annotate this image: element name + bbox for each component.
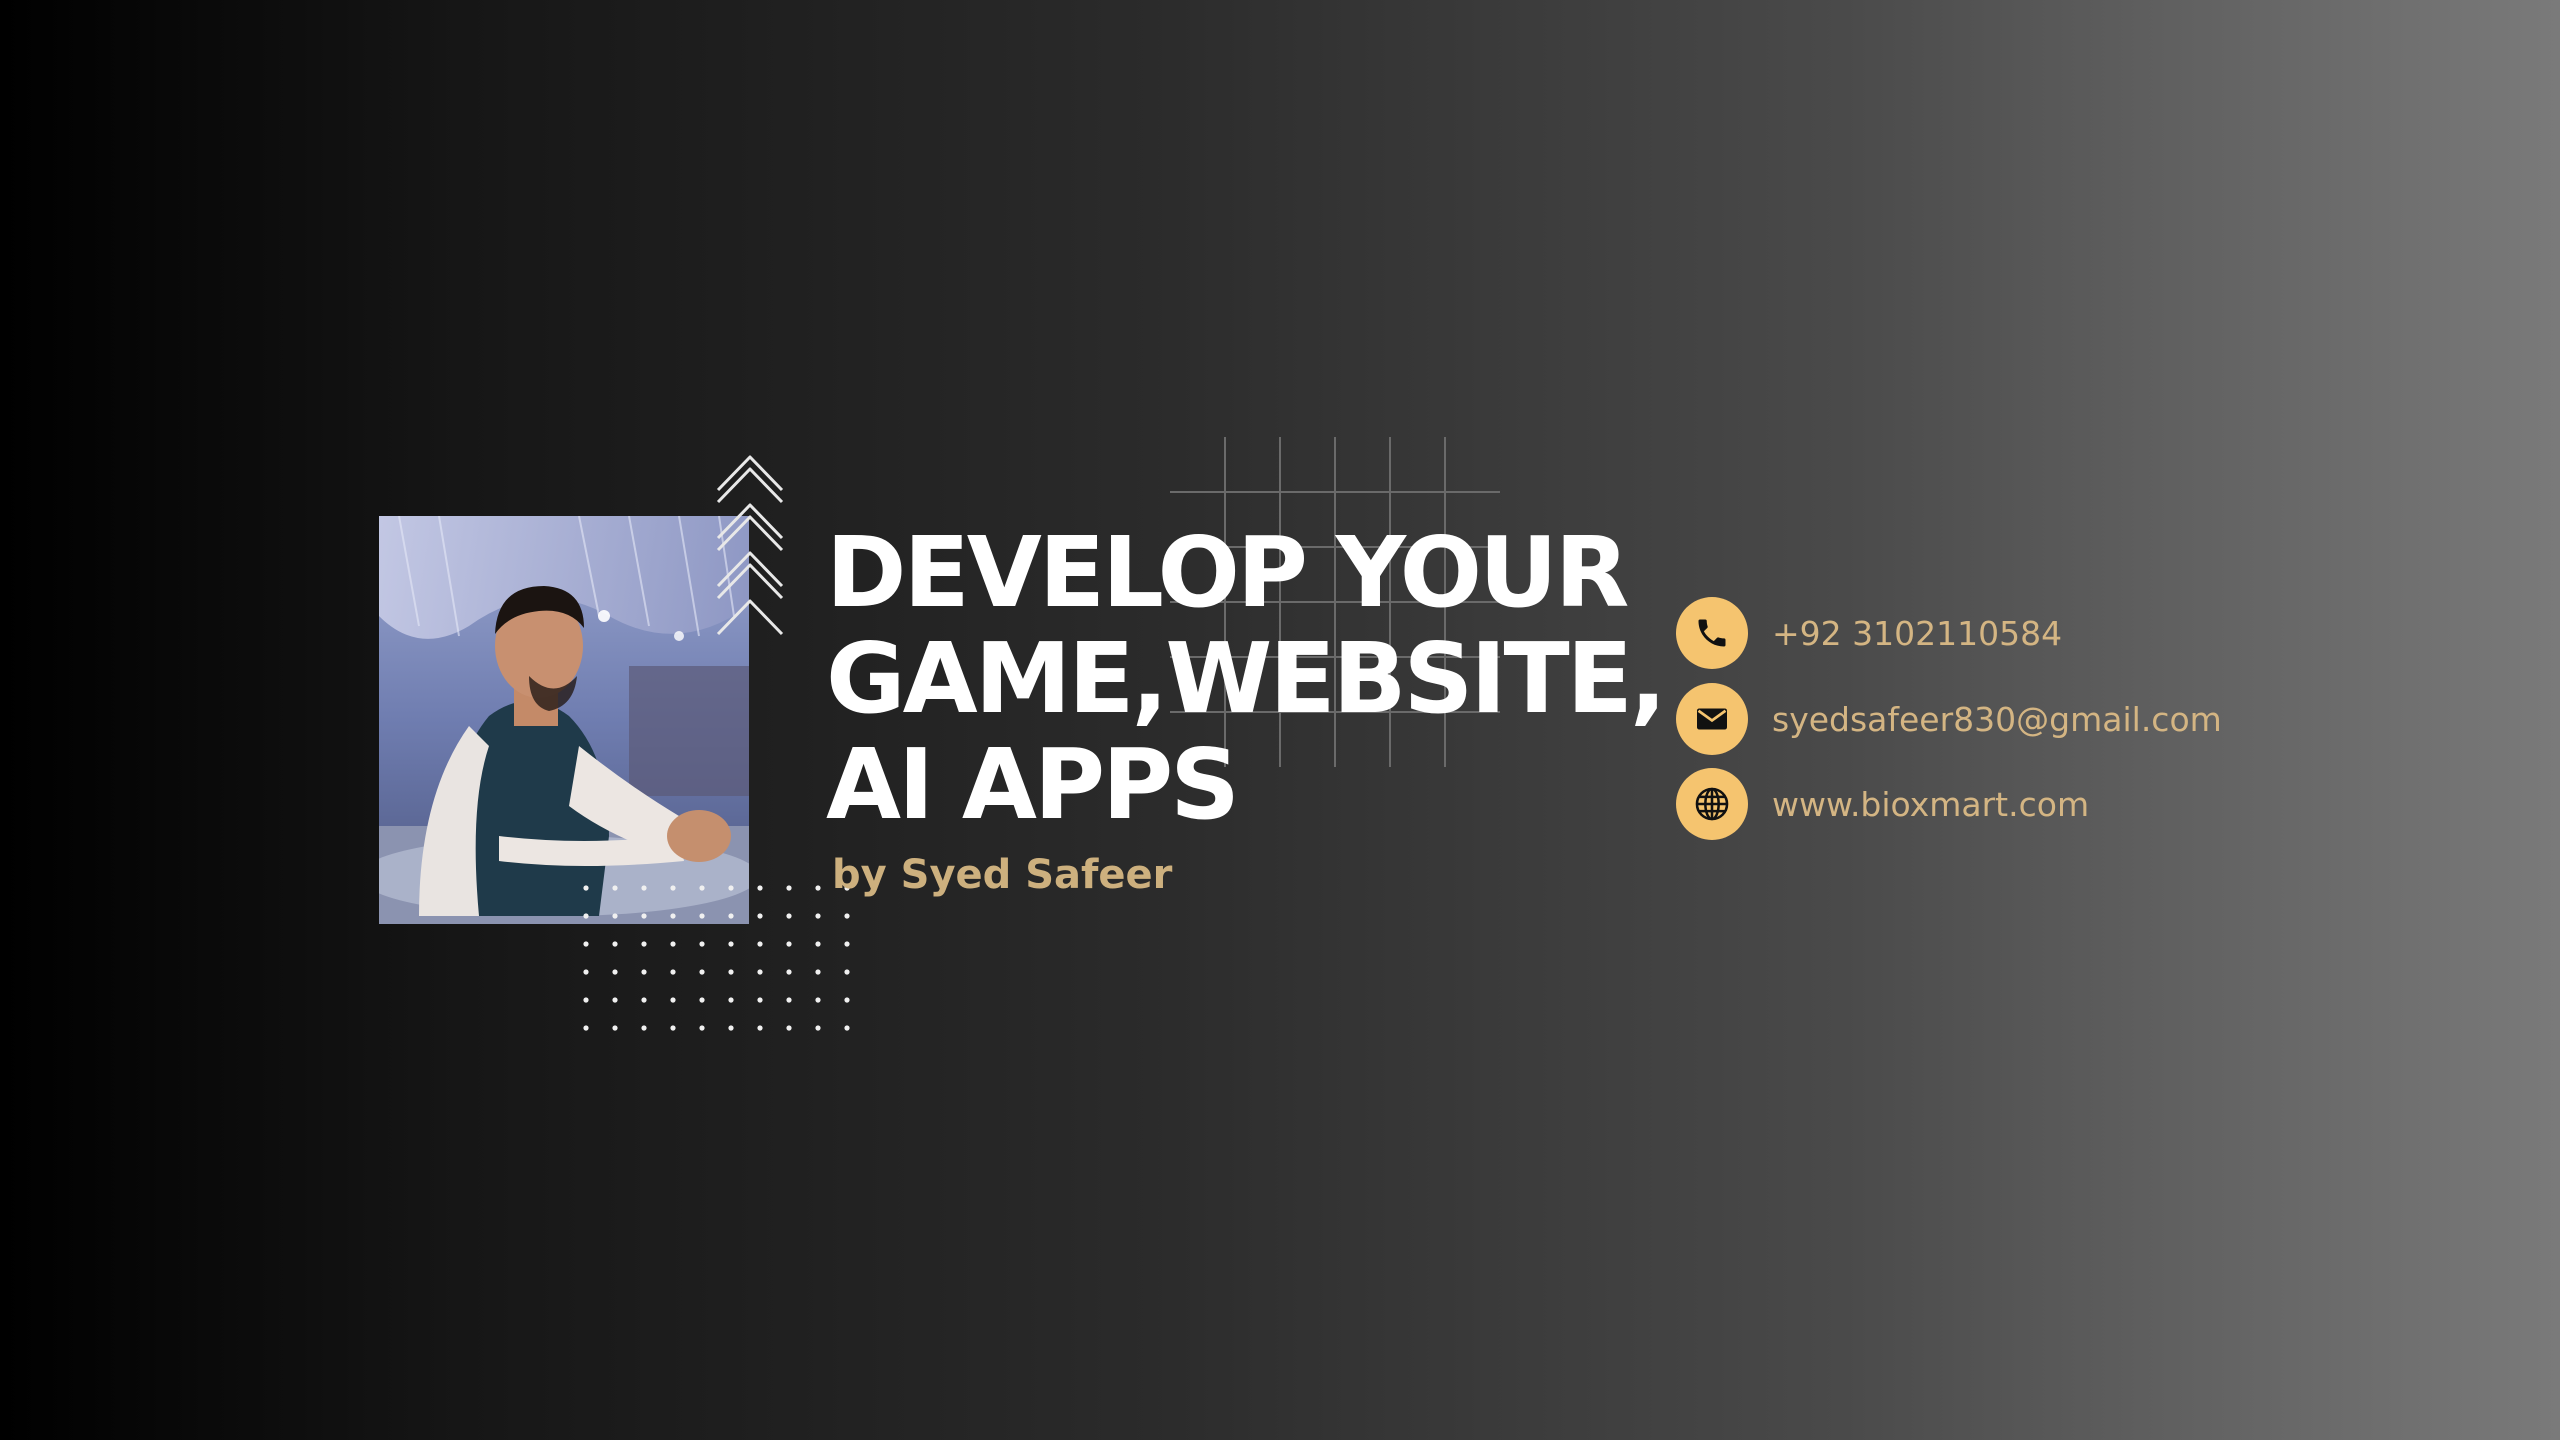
dot — [728, 1025, 734, 1031]
dot — [728, 969, 734, 975]
dot — [815, 1025, 821, 1031]
dot — [844, 997, 850, 1003]
dot — [641, 1025, 647, 1031]
dot — [699, 969, 705, 975]
dot — [786, 913, 792, 919]
dot — [612, 1025, 618, 1031]
email-text: syedsafeer830@gmail.com — [1772, 699, 2222, 739]
dot — [699, 941, 705, 947]
dot — [583, 913, 589, 919]
dot — [815, 941, 821, 947]
dot — [786, 1025, 792, 1031]
dot — [583, 1025, 589, 1031]
dot — [641, 969, 647, 975]
phone-text: +92 3102110584 — [1772, 613, 2063, 653]
dot — [612, 913, 618, 919]
dot — [699, 885, 705, 891]
dot — [641, 941, 647, 947]
dot — [583, 941, 589, 947]
dot — [670, 1025, 676, 1031]
phone-icon-badge — [1676, 597, 1748, 669]
dot — [670, 913, 676, 919]
chevron-up-icon — [716, 455, 784, 636]
dot — [670, 969, 676, 975]
mail-icon — [1697, 708, 1727, 730]
dot — [641, 997, 647, 1003]
contact-phone[interactable]: +92 3102110584 — [1676, 597, 2062, 669]
dot — [844, 913, 850, 919]
dot — [728, 997, 734, 1003]
headline-line-1: DEVELOP YOUR — [826, 516, 1629, 629]
headline-line-2: GAME,WEBSITE, — [826, 622, 1667, 735]
dot — [728, 941, 734, 947]
dots-decoration — [583, 885, 850, 1031]
mail-icon-badge — [1676, 683, 1748, 755]
contact-website[interactable]: www.bioxmart.com — [1676, 768, 2089, 840]
dot — [699, 913, 705, 919]
headline: DEVELOP YOUR GAME,WEBSITE, AI APPS — [826, 520, 1686, 838]
dot — [757, 997, 763, 1003]
phone-icon — [1698, 619, 1726, 647]
dot — [612, 885, 618, 891]
dot — [815, 969, 821, 975]
globe-icon — [1695, 787, 1729, 821]
dot — [786, 885, 792, 891]
dot — [757, 1025, 763, 1031]
dot — [670, 885, 676, 891]
dot — [786, 997, 792, 1003]
dot — [583, 885, 589, 891]
dot — [786, 969, 792, 975]
dot — [844, 1025, 850, 1031]
byline: by Syed Safeer — [832, 852, 1173, 898]
dot — [728, 885, 734, 891]
dot — [612, 969, 618, 975]
dot — [583, 997, 589, 1003]
dot — [612, 997, 618, 1003]
globe-icon-badge — [1676, 768, 1748, 840]
profile-photo — [379, 516, 749, 924]
dot — [757, 913, 763, 919]
dot — [612, 941, 618, 947]
dot — [670, 997, 676, 1003]
dot — [699, 997, 705, 1003]
website-text: www.bioxmart.com — [1772, 784, 2090, 824]
dot — [699, 1025, 705, 1031]
dot — [757, 969, 763, 975]
dot — [815, 913, 821, 919]
dot — [844, 969, 850, 975]
dot — [786, 941, 792, 947]
dot — [757, 941, 763, 947]
dot — [728, 913, 734, 919]
dot — [815, 885, 821, 891]
dot — [757, 885, 763, 891]
dot — [815, 997, 821, 1003]
dot — [641, 885, 647, 891]
dot — [641, 913, 647, 919]
contact-email[interactable]: syedsafeer830@gmail.com — [1676, 683, 2222, 755]
headline-line-3: AI APPS — [826, 728, 1240, 841]
dot — [670, 941, 676, 947]
dot — [844, 941, 850, 947]
dot — [583, 969, 589, 975]
